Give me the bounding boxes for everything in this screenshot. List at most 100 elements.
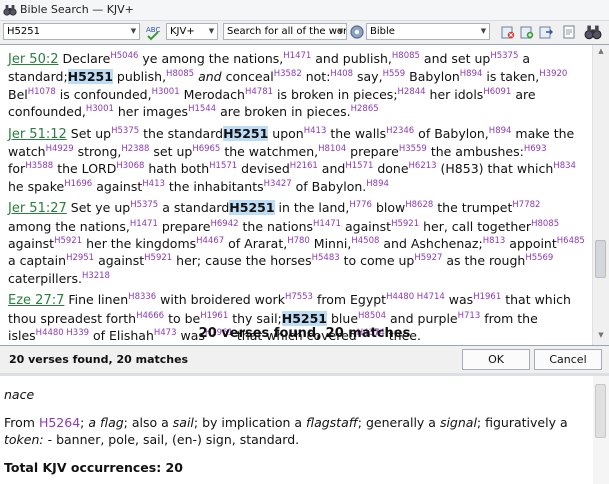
definition-scrollbar[interactable] [593,376,609,484]
strongs-number[interactable]: H1571 [345,161,373,171]
strongs-number[interactable]: H1544 [188,104,216,114]
strongs-number[interactable]: H894 [489,125,512,135]
strongs-number[interactable]: H3001 [152,87,180,97]
strongs-number[interactable]: H3582 [274,69,302,79]
strongs-number[interactable]: H6965 [192,144,220,154]
strongs-number[interactable]: H4666 [136,311,164,321]
strongs-number[interactable]: H8336 [128,292,156,302]
verse-reference-link[interactable]: Eze 27:7 [8,293,64,308]
strongs-match-highlight[interactable]: H5251 [281,310,328,326]
strongs-number[interactable]: H4929 [46,144,74,154]
strongs-number[interactable]: H8085 [392,51,420,61]
verse-reference-link[interactable]: Jer 50:2 [8,52,59,67]
ok-button[interactable]: OK [462,349,530,370]
strongs-number[interactable]: H693 [524,144,547,154]
strongs-number[interactable]: H5046 [110,51,138,61]
strongs-number[interactable]: H8085 [166,69,194,79]
strongs-number[interactable]: H713 [458,311,481,321]
strongs-number[interactable]: H5569 [525,253,553,263]
scroll-thumb[interactable] [595,240,606,278]
strongs-number[interactable]: H1961 [473,292,501,302]
strongs-number[interactable]: H3920 [539,69,567,79]
strongs-number[interactable]: H3427 [264,179,292,189]
strongs-match-highlight[interactable]: H5251 [223,125,269,141]
cancel-button[interactable]: Cancel [534,349,602,370]
strongs-number[interactable]: H5921 [144,253,172,263]
strongs-number[interactable]: H408 [330,69,353,79]
strongs-number[interactable]: H894 [460,69,483,79]
export-results-icon[interactable] [537,23,555,41]
strongs-number[interactable]: H834 [553,161,576,171]
strongs-match-highlight[interactable]: H5251 [229,200,275,216]
strongs-number[interactable]: H4781 [245,87,273,97]
strongs-number[interactable]: H413 [142,179,165,189]
strongs-number[interactable]: H780 [287,236,310,246]
strongs-number[interactable]: H2865 [351,104,379,114]
strongs-number[interactable]: H6091 [483,87,511,97]
strongs-number[interactable]: H5375 [130,200,158,210]
spellcheck-icon[interactable]: ABC [144,23,162,41]
scope-select[interactable]: Bible ▼ [366,23,490,40]
strongs-number[interactable]: H8104 [318,144,346,154]
strongs-number[interactable]: H1571 [209,161,237,171]
strongs-number[interactable]: H1471 [283,51,311,61]
clear-results-icon[interactable] [499,23,517,41]
strongs-link[interactable]: H5264 [39,415,80,430]
strongs-number[interactable]: H2161 [290,161,318,171]
version-select[interactable]: KJV+ ▼ [166,23,218,40]
strongs-number[interactable]: H3588 [25,161,53,171]
strongs-number[interactable]: H3218 [82,271,110,281]
strongs-number[interactable]: H4467 [196,236,224,246]
strongs-number[interactable]: H8628 [405,200,433,210]
strongs-number[interactable]: H6485 [557,236,585,246]
strongs-number[interactable]: H4480 H4714 [386,292,445,302]
search-mode-select[interactable]: Search for all of the words ▼ [223,23,347,40]
gear-icon[interactable] [348,23,366,41]
strongs-number[interactable]: H1471 [130,219,158,229]
strongs-number[interactable]: H5927 [414,253,442,263]
strongs-number[interactable]: H6213 [409,161,437,171]
chevron-down-icon[interactable]: ▼ [478,24,489,39]
document-icon[interactable] [560,23,578,41]
strongs-number[interactable]: H1471 [313,219,341,229]
strongs-number[interactable]: H559 [383,69,406,79]
strongs-number[interactable]: H413 [304,125,327,135]
strongs-number[interactable]: H894 [366,179,389,189]
scroll-thumb[interactable] [595,384,606,438]
strongs-number[interactable]: H4508 [351,236,379,246]
strongs-number[interactable]: H5483 [312,253,340,263]
strongs-number[interactable]: H3068 [116,161,144,171]
strongs-number[interactable]: H7782 [512,200,540,210]
scroll-up-icon[interactable]: ▲ [596,47,606,59]
chevron-down-icon[interactable]: ▼ [128,24,139,39]
strongs-number[interactable]: H8504 [358,311,386,321]
verse-reference-link[interactable]: Jer 51:12 [8,127,67,142]
strongs-number[interactable]: H813 [483,236,506,246]
search-icon[interactable] [584,23,602,41]
strongs-number[interactable]: H7553 [285,292,313,302]
add-results-icon[interactable] [518,23,536,41]
strongs-number[interactable]: H1078 [28,87,56,97]
strongs-number[interactable]: H5375 [111,125,139,135]
strongs-number[interactable]: H3001 [86,104,114,114]
strongs-number[interactable]: H5921 [391,219,419,229]
search-input[interactable]: H5251 ▼ [3,23,140,40]
strongs-number[interactable]: H2388 [121,144,149,154]
strongs-number[interactable]: H1961 [200,311,228,321]
strongs-match-highlight[interactable]: H5251 [67,69,113,85]
strongs-number[interactable]: H8085 [531,219,559,229]
strongs-number[interactable]: H776 [349,200,372,210]
chevron-down-icon[interactable]: ▼ [335,24,346,39]
strongs-number[interactable]: H3559 [399,144,427,154]
strongs-number[interactable]: H2346 [386,125,414,135]
strongs-number[interactable]: H2844 [398,87,426,97]
strongs-number[interactable]: H1696 [64,179,92,189]
results-scrollbar[interactable]: ▲ ▼ [592,45,609,345]
verse-reference-link[interactable]: Jer 51:27 [8,201,67,216]
scroll-down-icon[interactable]: ▼ [596,331,606,343]
strongs-number[interactable]: H2951 [66,253,94,263]
strongs-number[interactable]: H6942 [210,219,238,229]
strongs-number[interactable]: H5921 [54,236,82,246]
strongs-number[interactable]: H5375 [490,51,518,61]
chevron-down-icon[interactable]: ▼ [206,24,217,39]
